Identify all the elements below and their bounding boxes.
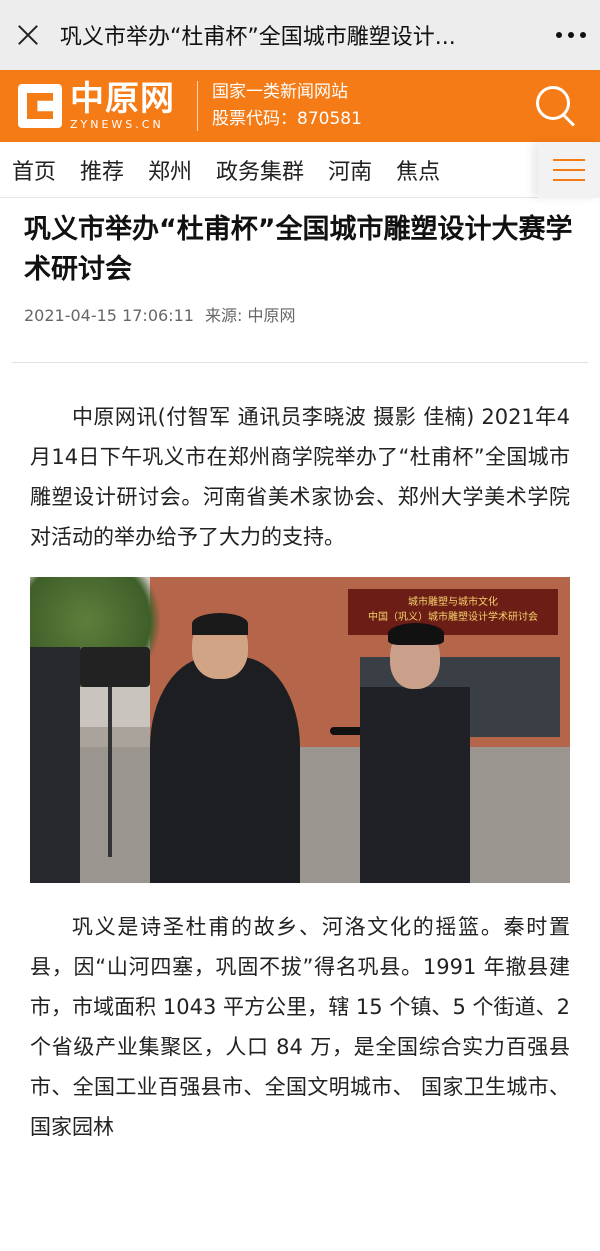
divider (12, 362, 588, 363)
article-paragraph-1: 中原网讯(付智军 通讯员李晓波 摄影 佳楠) 2021年4月14日下午巩义市在郑… (30, 405, 570, 549)
article-meta: 2021-04-15 17:06:11 来源: 中原网 (24, 302, 576, 326)
brand-header: 中原网 ZYNEWS.CN 国家一类新闻网站 股票代码：870581 (0, 70, 600, 142)
interviewee-figure (360, 623, 470, 883)
article-source: 来源: 中原网 (205, 306, 296, 325)
close-icon[interactable] (14, 21, 42, 49)
page-title: 巩义市举办“杜甫杯”全国城市雕塑设计... (60, 25, 456, 50)
reporter-figure (150, 613, 300, 883)
site-logo[interactable]: 中原网 ZYNEWS.CN (18, 82, 175, 130)
article-datetime: 2021-04-15 17:06:11 (24, 306, 194, 325)
top-bar: 巩义市举办“杜甫杯”全国城市雕塑设计... (0, 0, 600, 70)
brand-info: 国家一类新闻网站 股票代码：870581 (212, 79, 362, 133)
photo-banner-line1: 城市雕塑与城市文化 (408, 597, 498, 608)
nav-item-zhengzhou[interactable]: 郑州 (136, 154, 204, 186)
brand-divider (197, 81, 198, 131)
photo-banner: 城市雕塑与城市文化 中国（巩义）城市雕塑设计学术研讨会 (348, 589, 558, 635)
nav-item-henan[interactable]: 河南 (316, 154, 384, 186)
nav-item-focus[interactable]: 焦点 (384, 154, 452, 186)
brand-info-line2: 股票代码：870581 (212, 109, 362, 129)
article-paragraph-2: 巩义是诗圣杜甫的故乡、河洛文化的摇篮。秦时置县，因“山河四塞，巩固不拔”得名巩县… (30, 915, 570, 1139)
photo-banner-line2: 中国（巩义）城市雕塑设计学术研讨会 (368, 612, 538, 623)
brand-info-line1: 国家一类新闻网站 (212, 82, 348, 102)
nav-item-government[interactable]: 政务集群 (204, 154, 316, 186)
logo-name: 中原网 (70, 79, 175, 119)
search-icon[interactable] (536, 86, 576, 127)
article-headline: 巩义市举办“杜甫杯”全国城市雕塑设计大赛学术研讨会 (24, 214, 573, 285)
nav-item-recommend[interactable]: 推荐 (68, 154, 136, 186)
nav-item-home[interactable]: 首页 (0, 154, 68, 186)
article: 巩义市举办“杜甫杯”全国城市雕塑设计大赛学术研讨会 2021-04-15 17:… (0, 210, 600, 1147)
more-options-icon[interactable] (536, 32, 586, 38)
camera-icon (80, 647, 150, 687)
category-nav: 首页 推荐 郑州 政务集群 河南 焦点 (0, 142, 600, 198)
menu-icon[interactable] (538, 142, 600, 198)
article-photo[interactable]: 城市雕塑与城市文化 中国（巩义）城市雕塑设计学术研讨会 (30, 577, 570, 883)
logo-mark-icon (18, 84, 62, 128)
logo-domain: ZYNEWS.CN (70, 118, 164, 131)
